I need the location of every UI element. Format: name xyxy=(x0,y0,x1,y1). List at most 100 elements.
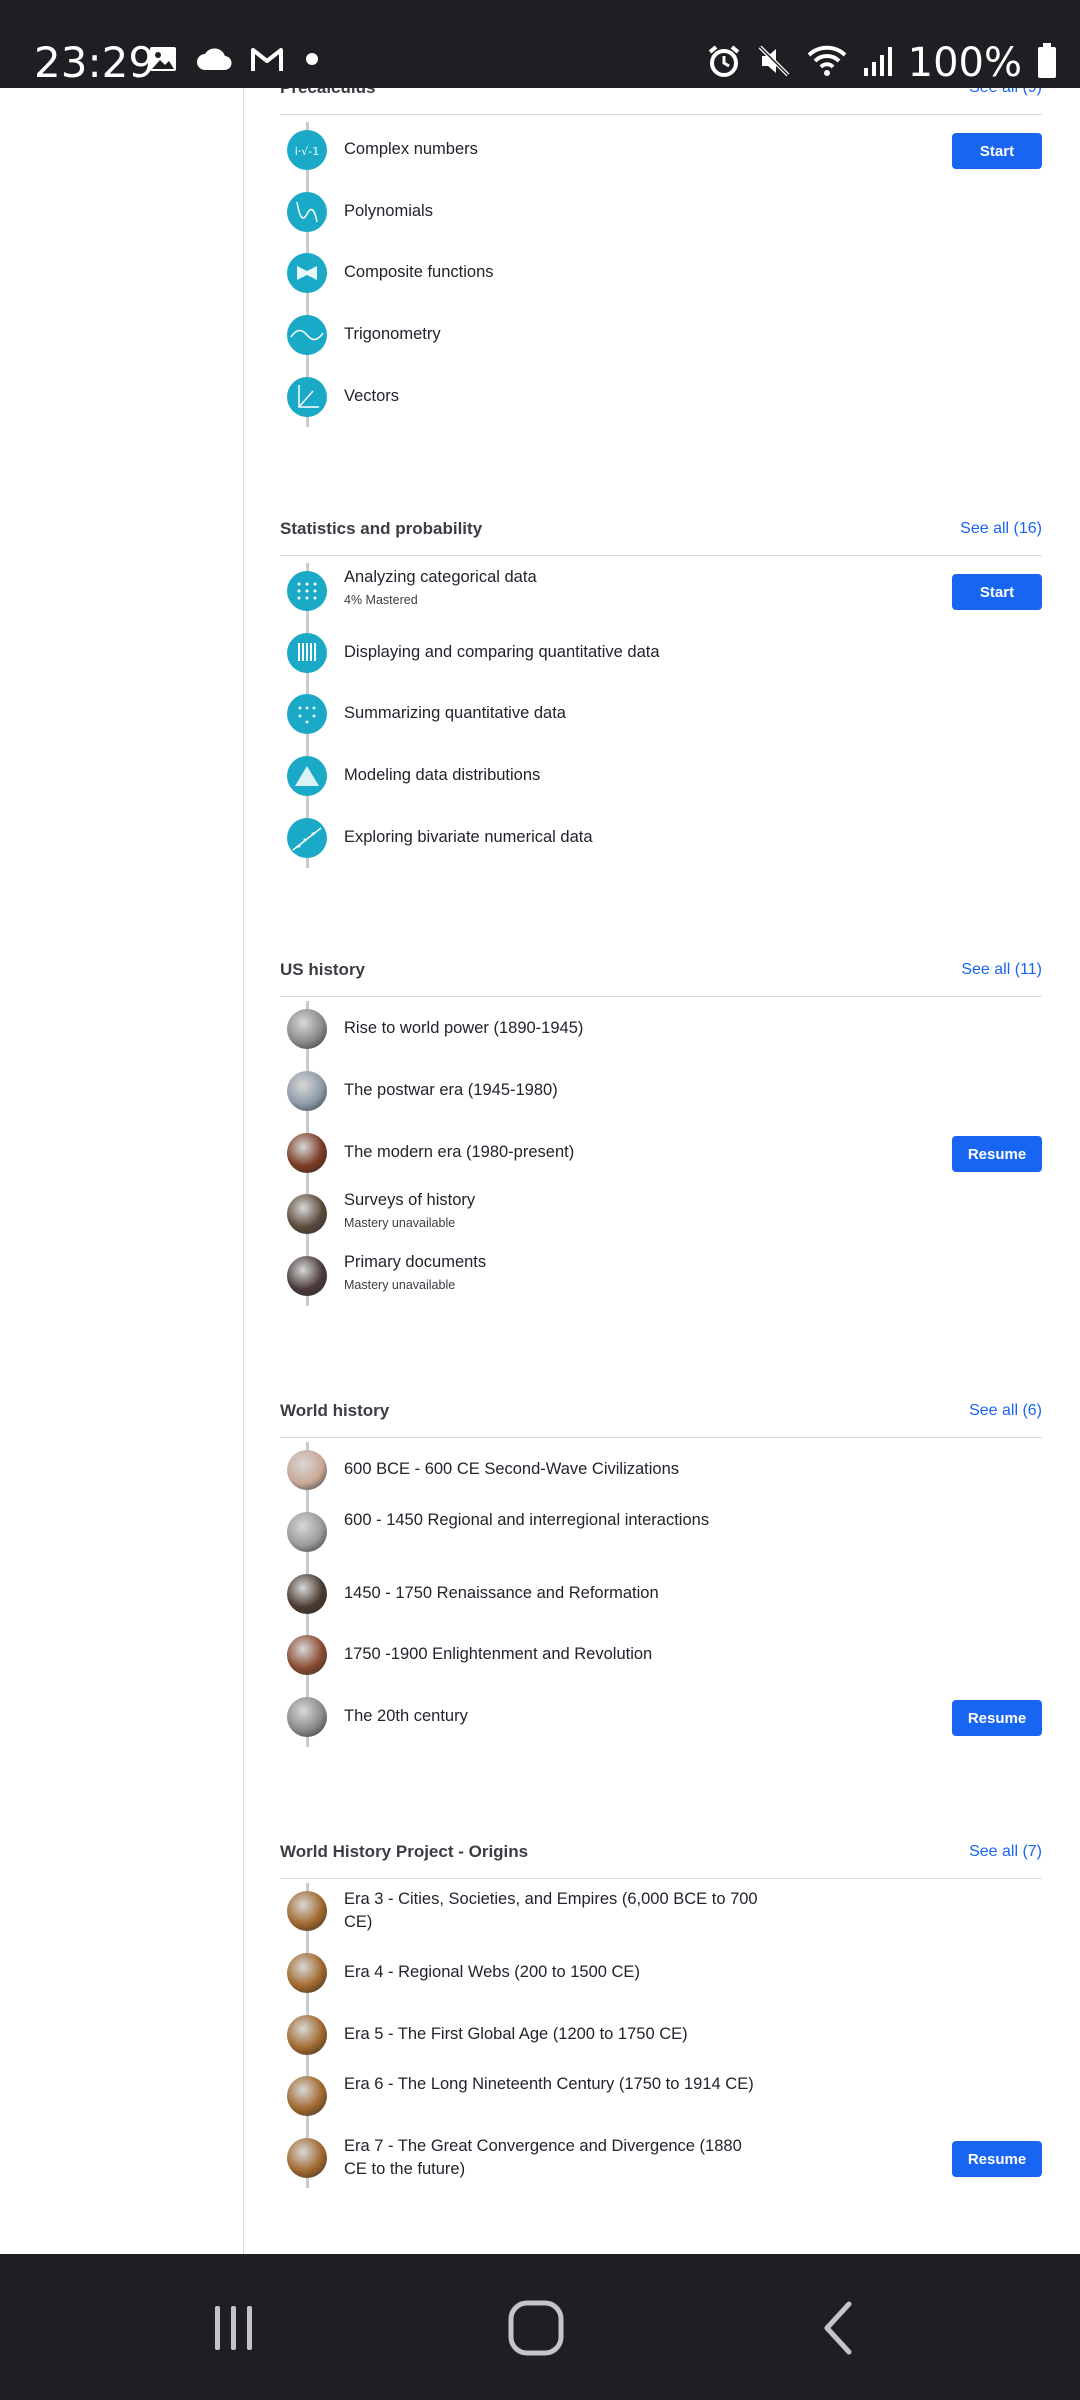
section-title[interactable]: Statistics and probability xyxy=(280,519,482,539)
unit-topic-icon xyxy=(287,253,327,293)
unit-item[interactable]: Era 6 - The Long Nineteenth Century (175… xyxy=(280,2075,1042,2138)
unit-label: The modern era (1980-present) xyxy=(344,1141,764,1164)
unit-item[interactable]: The postwar era (1945-1980) xyxy=(280,1071,1042,1133)
back-button[interactable] xyxy=(800,2298,880,2358)
unit-item[interactable]: The modern era (1980-present) Resume xyxy=(280,1133,1042,1195)
unit-item[interactable]: Primary documents Mastery unavailable xyxy=(280,1253,1042,1318)
battery-percentage: 100% xyxy=(907,40,1022,86)
unit-item[interactable]: Surveys of history Mastery unavailable xyxy=(280,1191,1042,1256)
resume-button[interactable]: Resume xyxy=(952,1700,1042,1736)
see-all-link[interactable]: See all (6) xyxy=(969,1402,1042,1420)
unit-label: Era 3 - Cities, Societies, and Empires (… xyxy=(344,1888,764,1934)
unit-label: Trigonometry xyxy=(344,323,764,346)
unit-item[interactable]: Vectors xyxy=(280,377,1042,439)
unit-item[interactable]: 600 - 1450 Regional and interregional in… xyxy=(280,1511,1042,1574)
unit-label: Complex numbers xyxy=(344,138,764,161)
unit-title[interactable]: 600 - 1450 Regional and interregional in… xyxy=(344,1511,709,1529)
unit-title[interactable]: Polynomials xyxy=(344,202,433,220)
unit-title[interactable]: Modeling data distributions xyxy=(344,766,540,784)
unit-item[interactable]: Era 4 - Regional Webs (200 to 1500 CE) xyxy=(280,1953,1042,2015)
see-all-link[interactable]: See all (9) xyxy=(969,88,1042,97)
unit-title[interactable]: The modern era (1980-present) xyxy=(344,1143,574,1161)
unit-item[interactable]: 1750 -1900 Enlightenment and Revolution xyxy=(280,1635,1042,1697)
unit-item[interactable]: Rise to world power (1890-1945) xyxy=(280,1009,1042,1071)
unit-item[interactable]: Era 5 - The First Global Age (1200 to 17… xyxy=(280,2015,1042,2077)
course-list-scroll[interactable]: Precalculus See all (9) i·√-1 Complex numbe… xyxy=(0,88,1080,2254)
battery-icon xyxy=(1036,42,1058,85)
resume-button[interactable]: Resume xyxy=(952,1136,1042,1172)
unit-item[interactable]: Summarizing quantitative data xyxy=(280,694,1042,756)
unit-title[interactable]: Summarizing quantitative data xyxy=(344,704,566,722)
home-button[interactable] xyxy=(496,2298,576,2358)
cloud-icon xyxy=(196,46,232,77)
unit-title[interactable]: 1450 - 1750 Renaissance and Reformation xyxy=(344,1584,659,1602)
unit-title[interactable]: Composite functions xyxy=(344,263,494,281)
start-button[interactable]: Start xyxy=(952,574,1042,610)
status-time: 23:29 xyxy=(34,38,156,87)
unit-title[interactable]: Trigonometry xyxy=(344,325,441,343)
unit-item[interactable]: Era 3 - Cities, Societies, and Empires (… xyxy=(280,1888,1042,1953)
notification-icons xyxy=(148,44,322,79)
unit-title[interactable]: Era 3 - Cities, Societies, and Empires (… xyxy=(344,1890,758,1931)
unit-thumbnail xyxy=(287,2015,327,2055)
unit-title[interactable]: Era 7 - The Great Convergence and Diverg… xyxy=(344,2137,742,2178)
unit-label: Surveys of history Mastery unavailable xyxy=(344,1189,764,1230)
unit-label: 1450 - 1750 Renaissance and Reformation xyxy=(344,1582,764,1605)
unit-topic-icon: i·√-1 xyxy=(287,130,327,170)
unit-item[interactable]: Modeling data distributions xyxy=(280,756,1042,818)
see-all-link[interactable]: See all (11) xyxy=(961,961,1042,979)
sidebar-divider xyxy=(243,88,244,2254)
unit-item[interactable]: i·√-1 Complex numbers Start xyxy=(280,130,1042,192)
unit-title[interactable]: Analyzing categorical data xyxy=(344,568,537,586)
section-divider xyxy=(280,1437,1042,1438)
unit-label: Analyzing categorical data 4% Mastered xyxy=(344,566,764,607)
section-divider xyxy=(280,1878,1042,1879)
unit-item[interactable]: Trigonometry xyxy=(280,315,1042,377)
recents-button[interactable] xyxy=(194,2298,274,2358)
unit-title[interactable]: 600 BCE - 600 CE Second-Wave Civilizatio… xyxy=(344,1460,679,1478)
unit-thumbnail xyxy=(287,1891,327,1931)
mastery-status: Mastery unavailable xyxy=(344,1278,456,1292)
section-title[interactable]: Precalculus xyxy=(280,88,375,98)
unit-item[interactable]: Displaying and comparing quantitative da… xyxy=(280,633,1042,695)
gallery-icon xyxy=(148,44,178,79)
unit-title[interactable]: Primary documents xyxy=(344,1253,486,1271)
unit-title[interactable]: Era 4 - Regional Webs (200 to 1500 CE) xyxy=(344,1963,640,1981)
back-icon xyxy=(824,2301,852,2355)
unit-title[interactable]: Surveys of history xyxy=(344,1191,475,1209)
unit-item[interactable]: Exploring bivariate numerical data xyxy=(280,818,1042,880)
unit-title[interactable]: 1750 -1900 Enlightenment and Revolution xyxy=(344,1645,652,1663)
unit-title[interactable]: Era 6 - The Long Nineteenth Century (175… xyxy=(344,2075,754,2093)
see-all-link[interactable]: See all (16) xyxy=(960,520,1042,538)
unit-title[interactable]: Era 5 - The First Global Age (1200 to 17… xyxy=(344,2025,688,2043)
unit-label: The 20th century xyxy=(344,1705,764,1728)
unit-item[interactable]: Polynomials xyxy=(280,192,1042,254)
see-all-link[interactable]: See all (7) xyxy=(969,1843,1042,1861)
unit-title[interactable]: Complex numbers xyxy=(344,140,478,158)
unit-item[interactable]: 600 BCE - 600 CE Second-Wave Civilizatio… xyxy=(280,1450,1042,1512)
section-title[interactable]: World history xyxy=(280,1401,389,1421)
signal-icon xyxy=(862,44,894,83)
unit-item[interactable]: Era 7 - The Great Convergence and Diverg… xyxy=(280,2137,1042,2200)
unit-topic-icon xyxy=(287,818,327,858)
system-icons: 100% xyxy=(706,40,1058,86)
unit-thumbnail xyxy=(287,1697,327,1737)
unit-title[interactable]: Vectors xyxy=(344,387,399,405)
unit-title[interactable]: Exploring bivariate numerical data xyxy=(344,828,593,846)
unit-item[interactable]: The 20th century Resume xyxy=(280,1697,1042,1759)
section-divider xyxy=(280,996,1042,997)
unit-title[interactable]: Displaying and comparing quantitative da… xyxy=(344,643,660,661)
section-divider xyxy=(280,114,1042,115)
unit-thumbnail xyxy=(287,1071,327,1111)
unit-title[interactable]: The 20th century xyxy=(344,1707,468,1725)
section-title[interactable]: World History Project - Origins xyxy=(280,1842,528,1862)
unit-item[interactable]: Composite functions xyxy=(280,253,1042,315)
unit-title[interactable]: Rise to world power (1890-1945) xyxy=(344,1019,583,1037)
section-precalculus: Precalculus See all (9) i·√-1 Complex numbe… xyxy=(280,88,1042,458)
unit-item[interactable]: Analyzing categorical data 4% Mastered Sta… xyxy=(280,568,1042,633)
unit-title[interactable]: The postwar era (1945-1980) xyxy=(344,1081,558,1099)
unit-item[interactable]: 1450 - 1750 Renaissance and Reformation xyxy=(280,1574,1042,1636)
resume-button[interactable]: Resume xyxy=(952,2141,1042,2177)
start-button[interactable]: Start xyxy=(952,133,1042,169)
section-title[interactable]: US history xyxy=(280,960,365,980)
